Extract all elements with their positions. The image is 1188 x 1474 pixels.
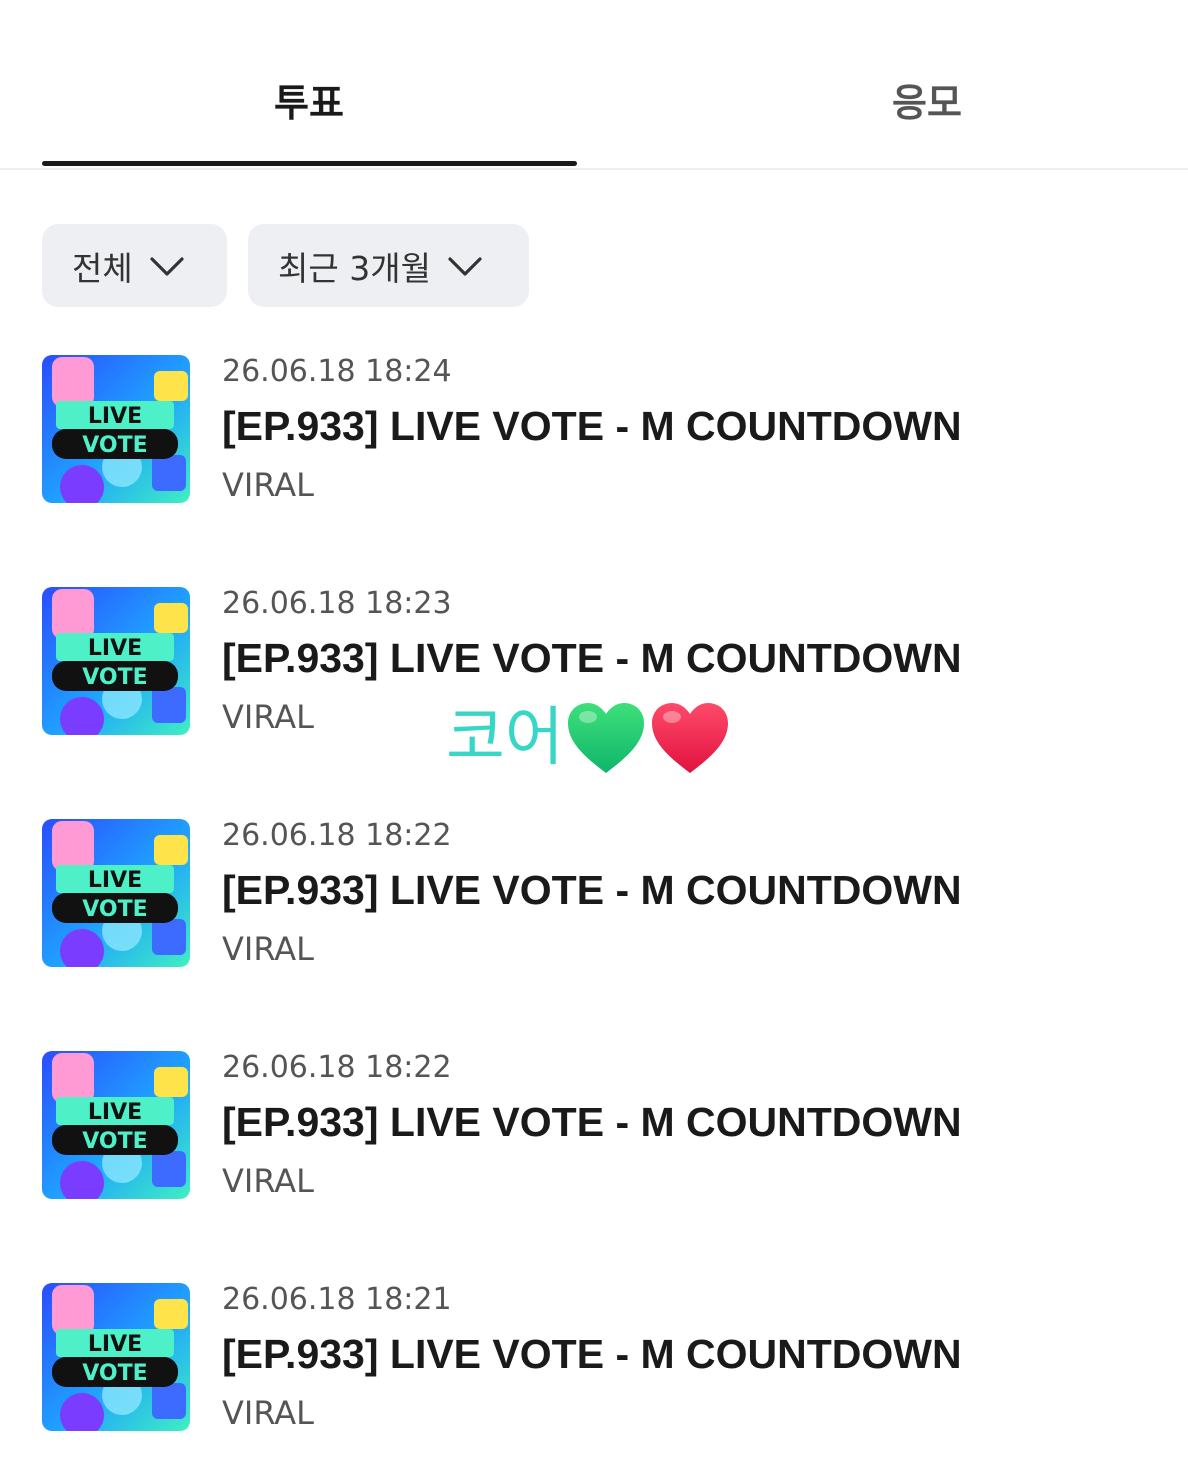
tab-apply[interactable]: 응모 [660, 78, 1188, 128]
thumb-vote-text: VOTE [82, 897, 147, 922]
period-filter-dropdown[interactable]: 최근 3개월 [248, 224, 529, 307]
item-title: [EP.933] LIVE VOTE - M COUNTDOWN [222, 1331, 962, 1377]
live-vote-thumbnail: LIVE VOTE [42, 819, 190, 967]
list-item[interactable]: LIVE VOTE 26.06.18 18:24 [EP.933] LIVE V… [42, 355, 1142, 505]
thumb-vote-text: VOTE [82, 1129, 147, 1154]
item-category: VIRAL [222, 1162, 314, 1200]
category-filter-dropdown[interactable]: 전체 [42, 224, 227, 307]
item-title: [EP.933] LIVE VOTE - M COUNTDOWN [222, 1099, 962, 1145]
green-heart-icon [567, 703, 644, 773]
tab-bar: 투표 응모 [0, 0, 1188, 170]
thumb-live-text: LIVE [88, 1100, 142, 1125]
category-filter-label: 전체 [72, 248, 133, 288]
item-category: VIRAL [222, 698, 314, 736]
live-vote-thumbnail: LIVE VOTE [42, 1051, 190, 1199]
active-tab-indicator [42, 161, 577, 166]
thumb-live-text: LIVE [88, 1332, 142, 1357]
item-date: 26.06.18 18:23 [222, 586, 452, 621]
item-category: VIRAL [222, 466, 314, 504]
thumb-live-text: LIVE [88, 636, 142, 661]
thumb-vote-text: VOTE [82, 1361, 147, 1386]
live-vote-thumbnail: LIVE VOTE [42, 1283, 190, 1431]
red-heart-icon [651, 703, 728, 773]
item-date: 26.06.18 18:24 [222, 354, 452, 389]
thumb-vote-text: VOTE [82, 433, 147, 458]
item-title: [EP.933] LIVE VOTE - M COUNTDOWN [222, 403, 962, 449]
item-category: VIRAL [222, 1394, 314, 1432]
overlay-text: 코어 [446, 701, 564, 775]
live-vote-thumbnail: LIVE VOTE [42, 355, 190, 503]
sticker-overlay: 코어 [446, 698, 732, 778]
thumb-vote-text: VOTE [82, 665, 147, 690]
list-item[interactable]: LIVE VOTE 26.06.18 18:22 [EP.933] LIVE V… [42, 1051, 1142, 1201]
live-vote-thumbnail: LIVE VOTE [42, 587, 190, 735]
list-item[interactable]: LIVE VOTE 26.06.18 18:22 [EP.933] LIVE V… [42, 819, 1142, 969]
item-title: [EP.933] LIVE VOTE - M COUNTDOWN [222, 635, 962, 681]
item-title: [EP.933] LIVE VOTE - M COUNTDOWN [222, 867, 962, 913]
item-category: VIRAL [222, 930, 314, 968]
chevron-down-icon [448, 256, 482, 276]
period-filter-label: 최근 3개월 [278, 248, 431, 288]
item-date: 26.06.18 18:21 [222, 1282, 452, 1317]
tab-vote[interactable]: 투표 [42, 78, 576, 128]
list-item[interactable]: LIVE VOTE 26.06.18 18:21 [EP.933] LIVE V… [42, 1283, 1142, 1433]
item-date: 26.06.18 18:22 [222, 1050, 452, 1085]
item-date: 26.06.18 18:22 [222, 818, 452, 853]
chevron-down-icon [150, 256, 184, 276]
thumb-live-text: LIVE [88, 868, 142, 893]
thumb-live-text: LIVE [88, 404, 142, 429]
